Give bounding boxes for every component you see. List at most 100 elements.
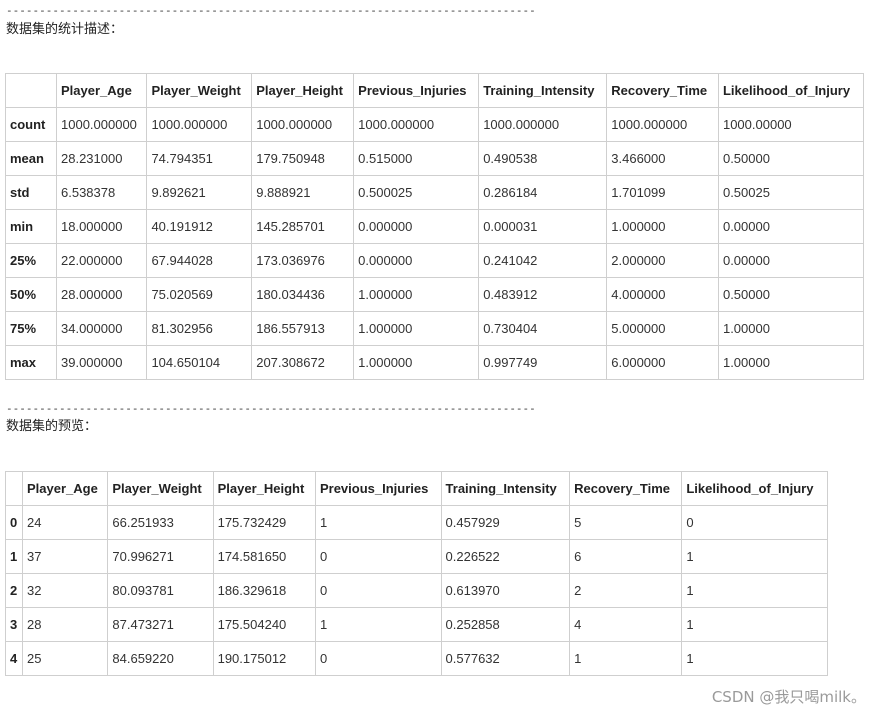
row-label: 4 bbox=[5, 641, 23, 676]
table-cell: 145.285701 bbox=[251, 209, 355, 244]
table-cell: 0.000000 bbox=[353, 209, 480, 244]
table-cell: 39.000000 bbox=[55, 345, 148, 380]
table-cell: 207.308672 bbox=[251, 345, 355, 380]
table-cell: 32 bbox=[21, 573, 109, 608]
table-cell: 1.00000 bbox=[717, 345, 865, 380]
table-cell: 28.000000 bbox=[55, 277, 148, 312]
table-cell: 0 bbox=[314, 539, 442, 574]
table-cell: 1.701099 bbox=[606, 175, 719, 210]
table-cell: 0.730404 bbox=[478, 311, 608, 346]
table-cell: 1 bbox=[569, 641, 683, 676]
table-row: 2 32 80.093781 186.329618 0 0.613970 2 1 bbox=[5, 573, 828, 608]
table-cell: 5.000000 bbox=[606, 311, 719, 346]
table-cell: 1 bbox=[681, 573, 828, 608]
table-cell: 80.093781 bbox=[107, 573, 214, 608]
row-label: 50% bbox=[5, 277, 57, 312]
row-label: std bbox=[5, 175, 57, 210]
table-row: 50% 28.000000 75.020569 180.034436 1.000… bbox=[5, 277, 865, 312]
column-header: Player_Height bbox=[212, 471, 316, 506]
table-cell: 1 bbox=[681, 539, 828, 574]
table-cell: 70.996271 bbox=[107, 539, 214, 574]
table-cell: 6.000000 bbox=[606, 345, 719, 380]
table-cell: 0 bbox=[681, 505, 828, 540]
row-label: min bbox=[5, 209, 57, 244]
table-cell: 87.473271 bbox=[107, 607, 214, 642]
row-label: mean bbox=[5, 141, 57, 176]
table-cell: 0.490538 bbox=[478, 141, 608, 176]
table-row: 75% 34.000000 81.302956 186.557913 1.000… bbox=[5, 311, 865, 346]
table-row: 4 25 84.659220 190.175012 0 0.577632 1 1 bbox=[5, 641, 828, 676]
table-cell: 74.794351 bbox=[146, 141, 253, 176]
table-cell: 190.175012 bbox=[212, 641, 316, 676]
table-row: max 39.000000 104.650104 207.308672 1.00… bbox=[5, 345, 865, 380]
table-cell: 175.504240 bbox=[212, 607, 316, 642]
column-header: Previous_Injuries bbox=[353, 73, 480, 108]
column-header bbox=[5, 73, 57, 108]
column-header: Recovery_Time bbox=[606, 73, 719, 108]
table-cell: 1.000000 bbox=[353, 345, 480, 380]
table-row: 0 24 66.251933 175.732429 1 0.457929 5 0 bbox=[5, 505, 828, 540]
table-cell: 4.000000 bbox=[606, 277, 719, 312]
table-cell: 1000.000000 bbox=[478, 107, 608, 142]
table-cell: 175.732429 bbox=[212, 505, 316, 540]
table-cell: 0 bbox=[314, 641, 442, 676]
table-cell: 3.466000 bbox=[606, 141, 719, 176]
table-cell: 2 bbox=[569, 573, 683, 608]
table-row: std 6.538378 9.892621 9.888921 0.500025 … bbox=[5, 175, 865, 210]
table-cell: 0.00000 bbox=[717, 243, 865, 278]
row-label: 0 bbox=[5, 505, 23, 540]
table-cell: 4 bbox=[569, 607, 683, 642]
row-label: 75% bbox=[5, 311, 57, 346]
table-header-row: Player_Age Player_Weight Player_Height P… bbox=[5, 471, 828, 506]
table-cell: 1000.000000 bbox=[55, 107, 148, 142]
column-header: Recovery_Time bbox=[569, 471, 683, 506]
table-cell: 1.00000 bbox=[717, 311, 865, 346]
table-cell: 1.000000 bbox=[353, 277, 480, 312]
separator-line-preview: ----------------------------------------… bbox=[6, 403, 536, 415]
table-cell: 24 bbox=[21, 505, 109, 540]
describe-caption: 数据集的统计描述： bbox=[6, 22, 124, 37]
row-label: max bbox=[5, 345, 57, 380]
column-header: Likelihood_of_Injury bbox=[681, 471, 828, 506]
row-label: 25% bbox=[5, 243, 57, 278]
table-cell: 37 bbox=[21, 539, 109, 574]
table-cell: 0.252858 bbox=[440, 607, 571, 642]
table-header-row: Player_Age Player_Weight Player_Height P… bbox=[5, 73, 865, 108]
table-cell: 104.650104 bbox=[146, 345, 253, 380]
table-cell: 0.50000 bbox=[717, 277, 865, 312]
table-cell: 1.000000 bbox=[353, 311, 480, 346]
table-cell: 22.000000 bbox=[55, 243, 148, 278]
table-row: 3 28 87.473271 175.504240 1 0.252858 4 1 bbox=[5, 607, 828, 642]
column-header bbox=[5, 471, 23, 506]
row-label: 2 bbox=[5, 573, 23, 608]
table-cell: 9.888921 bbox=[251, 175, 355, 210]
table-cell: 2.000000 bbox=[606, 243, 719, 278]
table-cell: 186.557913 bbox=[251, 311, 355, 346]
column-header: Player_Weight bbox=[146, 73, 253, 108]
table-cell: 0.457929 bbox=[440, 505, 571, 540]
table-cell: 0.577632 bbox=[440, 641, 571, 676]
table-cell: 0.000031 bbox=[478, 209, 608, 244]
row-label: count bbox=[5, 107, 57, 142]
row-label: 1 bbox=[5, 539, 23, 574]
table-cell: 18.000000 bbox=[55, 209, 148, 244]
table-cell: 5 bbox=[569, 505, 683, 540]
table-cell: 1 bbox=[681, 641, 828, 676]
table-cell: 28 bbox=[21, 607, 109, 642]
table-cell: 0.50000 bbox=[717, 141, 865, 176]
table-cell: 1 bbox=[314, 607, 442, 642]
table-cell: 25 bbox=[21, 641, 109, 676]
table-cell: 174.581650 bbox=[212, 539, 316, 574]
table-cell: 0.00000 bbox=[717, 209, 865, 244]
table-cell: 1000.000000 bbox=[251, 107, 355, 142]
table-cell: 75.020569 bbox=[146, 277, 253, 312]
column-header: Likelihood_of_Injury bbox=[717, 73, 865, 108]
table-cell: 6 bbox=[569, 539, 683, 574]
table-cell: 1000.000000 bbox=[606, 107, 719, 142]
row-label: 3 bbox=[5, 607, 23, 642]
preview-caption: 数据集的预览： bbox=[6, 419, 98, 434]
column-header: Player_Height bbox=[251, 73, 355, 108]
table-row: 25% 22.000000 67.944028 173.036976 0.000… bbox=[5, 243, 865, 278]
table-cell: 1.000000 bbox=[606, 209, 719, 244]
table-cell: 1 bbox=[314, 505, 442, 540]
